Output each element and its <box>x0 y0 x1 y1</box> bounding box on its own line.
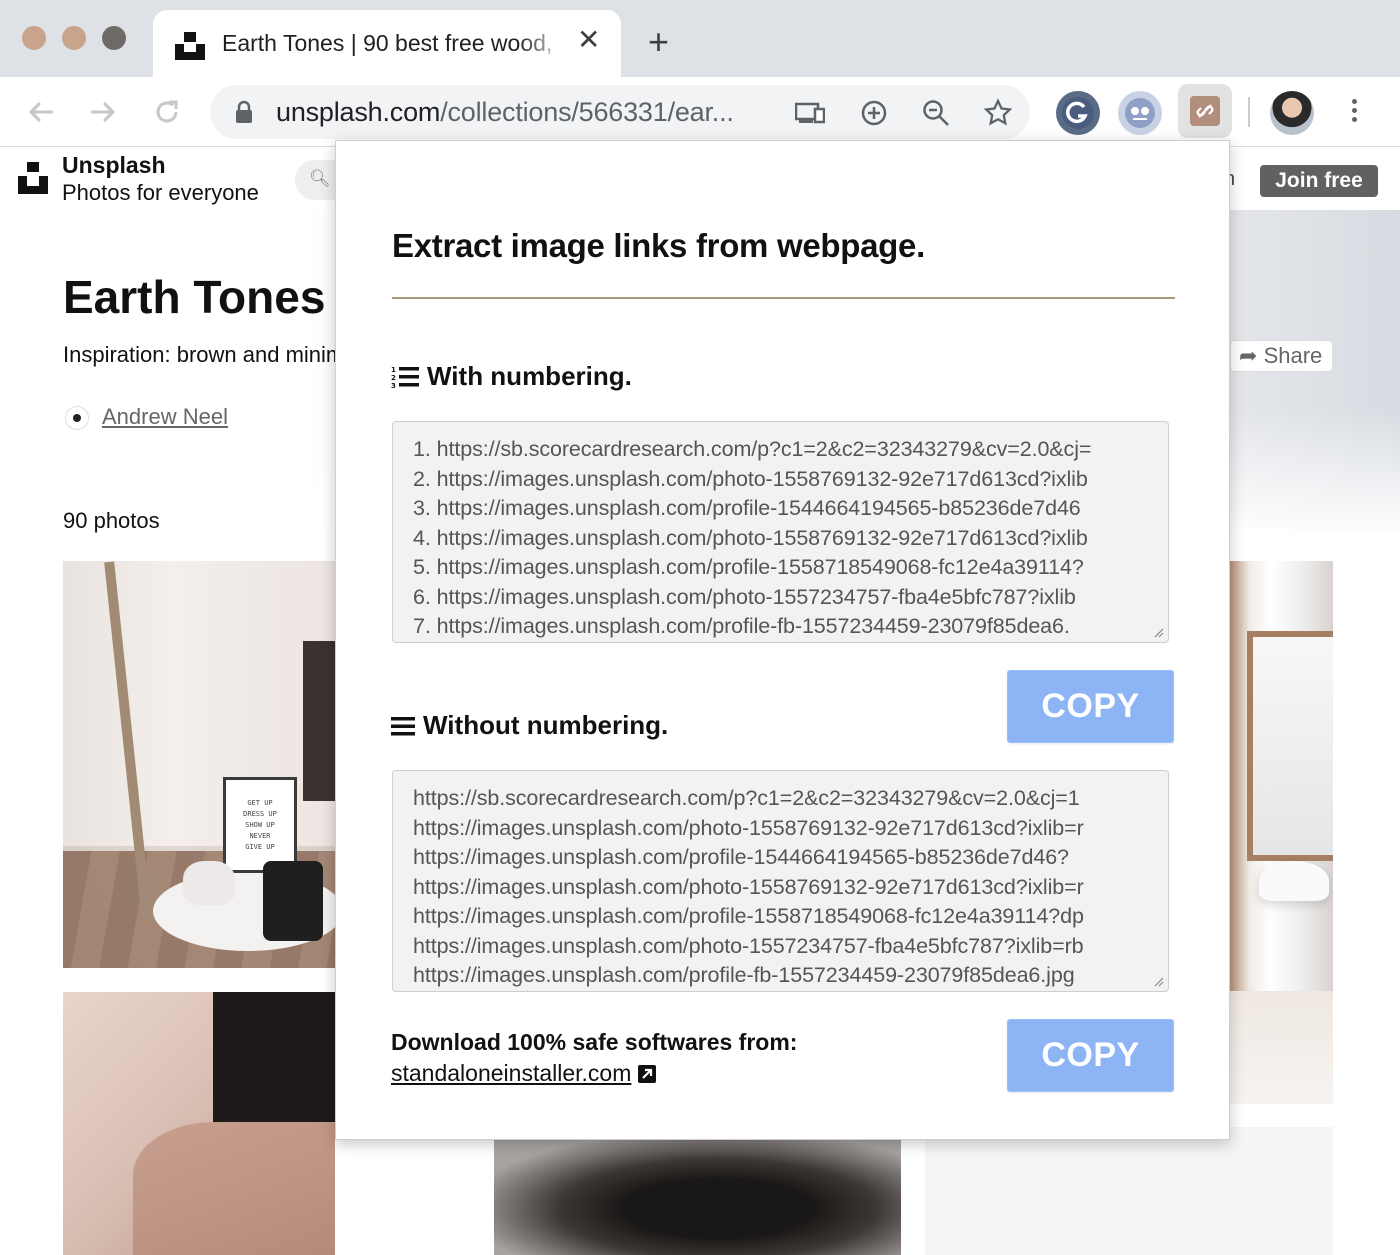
extension-popup: Extract image links from webpage. 1 2 3 … <box>335 140 1230 1140</box>
photo-tile[interactable] <box>925 1127 1333 1255</box>
tab-title-fade <box>518 22 568 62</box>
resize-grip-icon[interactable] <box>1152 626 1164 638</box>
url-text: unsplash.com/collections/566331/ear... <box>276 97 734 127</box>
photo-tile[interactable] <box>494 1139 901 1255</box>
more-menu-icon[interactable] <box>1346 95 1362 131</box>
without-numbering-heading: Without numbering. <box>391 710 668 741</box>
svg-text:1: 1 <box>391 366 396 374</box>
resize-grip-icon[interactable] <box>1152 975 1164 987</box>
author-link[interactable]: Andrew Neel <box>102 404 228 430</box>
link-line: 2. https://images.unsplash.com/photo-155… <box>413 466 1088 491</box>
link-line: https://images.unsplash.com/profile-1544… <box>413 845 1069 869</box>
author-avatar[interactable] <box>65 406 89 430</box>
footer-text: Download 100% safe softwares from: <box>391 1029 798 1055</box>
svg-text:3: 3 <box>391 382 396 390</box>
tab-title: Earth Tones | 90 best free wood, <box>222 30 553 56</box>
link-extractor-extension-icon[interactable] <box>1178 84 1232 138</box>
link-line: 4. https://images.unsplash.com/photo-155… <box>413 525 1088 550</box>
bookmark-star-icon[interactable] <box>982 97 1014 129</box>
photo-skin-area <box>133 1122 335 1255</box>
grammarly-extension-icon[interactable] <box>1056 91 1100 135</box>
browser-tab[interactable]: Earth Tones | 90 best free wood, ✕ <box>153 10 621 77</box>
link-line: 6. https://images.unsplash.com/photo-155… <box>413 584 1076 609</box>
title-divider <box>392 297 1175 299</box>
with-numbering-label: With numbering. <box>427 361 632 391</box>
sign-line: SHOW UP <box>245 821 275 829</box>
minimize-window-button[interactable] <box>62 26 86 50</box>
photo-cactus-pot <box>183 861 235 905</box>
zoom-window-button[interactable] <box>102 26 126 50</box>
share-arrow-icon: ➦ <box>1239 343 1258 368</box>
footer-link-label[interactable]: standaloneinstaller.com <box>391 1060 631 1087</box>
photo-window <box>1247 631 1333 861</box>
photo-coat <box>303 641 335 801</box>
close-icon[interactable]: ✕ <box>577 26 600 54</box>
photo-floor <box>1229 991 1333 1104</box>
brand-tagline: Photos for everyone <box>62 180 259 205</box>
close-window-button[interactable] <box>22 26 46 50</box>
numbered-list-icon: 1 2 3 <box>391 366 419 390</box>
photo-tile[interactable]: GET UP DRESS UP SHOW UP NEVER GIVE UP <box>63 561 335 968</box>
link-line: https://images.unsplash.com/photo-155723… <box>413 933 1084 958</box>
photo-tile[interactable] <box>63 992 335 1255</box>
link-line: 5. https://images.unsplash.com/profile-1… <box>413 555 1084 579</box>
extension-icon[interactable] <box>1118 91 1162 135</box>
link-line: https://sb.scorecardresearch.com/p?c1=2&… <box>413 786 1080 810</box>
sign-line: NEVER <box>249 832 271 840</box>
numbered-links-textarea[interactable]: 1. https://sb.scorecardresearch.com/p?c1… <box>392 421 1169 643</box>
sign-line: GET UP <box>247 799 273 807</box>
unsplash-favicon-icon <box>175 32 205 60</box>
link-line: 1. https://sb.scorecardresearch.com/p?c1… <box>413 437 1092 461</box>
link-line: https://images.unsplash.com/profile-1558… <box>413 904 1084 928</box>
list-icon <box>391 716 415 735</box>
cast-icon[interactable] <box>794 97 826 129</box>
svg-text:2: 2 <box>391 374 396 382</box>
photo-dark-area <box>213 992 335 1132</box>
popup-title: Extract image links from webpage. <box>392 227 925 264</box>
photo-boots <box>263 861 323 941</box>
unsplash-logo-icon[interactable] <box>18 162 48 194</box>
without-numbering-label: Without numbering. <box>423 710 669 740</box>
zoom-out-icon[interactable] <box>920 97 952 129</box>
lock-icon <box>236 100 252 123</box>
with-numbering-heading: 1 2 3 With numbering. <box>391 361 632 392</box>
copy-plain-button[interactable]: COPY <box>1007 1019 1174 1092</box>
back-arrow-icon[interactable] <box>24 95 58 129</box>
profile-avatar[interactable] <box>1270 91 1314 135</box>
collection-description: Inspiration: brown and minimal <box>63 342 335 367</box>
photo-tile[interactable] <box>1229 561 1333 1104</box>
toolbar-separator <box>1248 97 1250 127</box>
link-line: https://images.unsplash.com/photo-155876… <box>413 874 1084 899</box>
forward-arrow-icon[interactable] <box>86 95 120 129</box>
new-tab-button[interactable]: + <box>648 24 669 60</box>
sign-line: DRESS UP <box>243 810 277 818</box>
photo-letterboard: GET UP DRESS UP SHOW UP NEVER GIVE UP <box>223 777 297 873</box>
footer-link[interactable]: standaloneinstaller.com <box>391 1060 657 1087</box>
join-free-button[interactable]: Join free <box>1260 165 1378 197</box>
collection-title: Earth Tones <box>63 271 326 323</box>
search-icon: 🔍︎ <box>309 169 331 188</box>
browser-toolbar: unsplash.com/collections/566331/ear... <box>0 77 1400 147</box>
reload-icon[interactable] <box>150 95 184 129</box>
external-link-icon <box>638 1064 657 1083</box>
tab-strip: Earth Tones | 90 best free wood, ✕ + <box>0 0 1400 77</box>
address-bar[interactable]: unsplash.com/collections/566331/ear... <box>210 85 1030 139</box>
share-label: Share <box>1263 343 1323 368</box>
link-line: https://images.unsplash.com/profile-fb-1… <box>413 963 1075 987</box>
plain-links-textarea[interactable]: https://sb.scorecardresearch.com/p?c1=2&… <box>392 770 1169 992</box>
sign-line: GIVE UP <box>245 843 275 851</box>
brand-name[interactable]: Unsplash <box>62 152 166 179</box>
photo-count: 90 photos <box>63 508 160 533</box>
share-button[interactable]: ➦ Share <box>1230 340 1333 372</box>
photo-chair <box>1259 861 1329 901</box>
link-line: 3. https://images.unsplash.com/profile-1… <box>413 496 1081 520</box>
link-line: https://images.unsplash.com/photo-155876… <box>413 815 1084 840</box>
copy-numbered-button[interactable]: COPY <box>1007 670 1174 743</box>
zoom-in-icon[interactable] <box>858 97 890 129</box>
link-line: 7. https://images.unsplash.com/profile-f… <box>413 614 1070 638</box>
